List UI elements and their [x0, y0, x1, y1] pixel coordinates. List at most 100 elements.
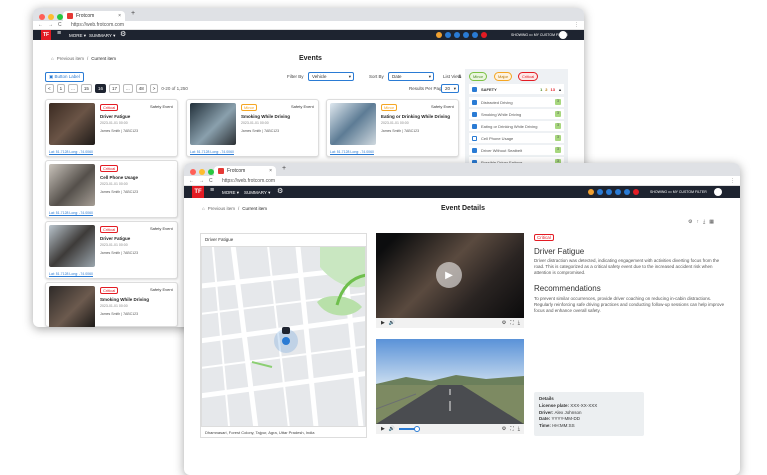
- event-card[interactable]: Critical Safety Event Driver Fatigue 202…: [45, 221, 178, 279]
- back-icon[interactable]: ←: [38, 22, 43, 28]
- video-settings-icon[interactable]: ⚙: [502, 320, 506, 326]
- back-icon[interactable]: ←: [189, 178, 194, 184]
- filter-item[interactable]: Driver Without Seatbelt 3: [469, 145, 564, 155]
- video-settings-icon[interactable]: ⚙: [502, 426, 506, 432]
- gear-icon[interactable]: ⚙: [277, 187, 283, 195]
- filter-item[interactable]: Smoking While Driving 3: [469, 109, 564, 119]
- nav-summary[interactable]: SUMMARY ▾: [244, 190, 270, 196]
- breadcrumb-prev[interactable]: Previous item: [57, 56, 84, 61]
- download-icon[interactable]: ⤓: [703, 219, 705, 225]
- notification-icon[interactable]: [615, 189, 621, 195]
- logo[interactable]: TF: [192, 186, 204, 198]
- video-player-road[interactable]: [376, 339, 524, 424]
- chevron-up-icon[interactable]: ▴: [559, 87, 561, 92]
- chip-minor[interactable]: Minor: [469, 72, 488, 81]
- globe-icon[interactable]: [445, 32, 451, 38]
- bell-icon[interactable]: [624, 189, 630, 195]
- forward-icon[interactable]: →: [199, 178, 204, 184]
- page-button[interactable]: 1: [56, 84, 66, 93]
- previous-icon[interactable]: ↑: [696, 219, 699, 225]
- page-button[interactable]: 17: [108, 84, 120, 93]
- download-icon[interactable]: ⤓: [518, 320, 520, 326]
- event-location-link[interactable]: Lat: 51.7128 Long: -74.0060: [49, 150, 93, 154]
- event-card[interactable]: Minor Safety Event Eating or Drinking Wh…: [326, 99, 459, 157]
- download-icon[interactable]: ⤓: [518, 426, 520, 432]
- close-dot-icon[interactable]: [39, 14, 45, 20]
- event-location-link[interactable]: Lat: 51.7128 Long: -74.0060: [49, 272, 93, 276]
- filter-item[interactable]: Distracted Driving 3: [469, 97, 564, 107]
- grid-icon[interactable]: ▦: [709, 219, 714, 225]
- alert-icon[interactable]: [481, 32, 487, 38]
- avatar[interactable]: [714, 188, 722, 196]
- close-dot-icon[interactable]: [190, 169, 196, 175]
- checkbox-icon[interactable]: [472, 123, 477, 129]
- event-thumbnail[interactable]: [49, 103, 95, 145]
- globe-icon[interactable]: [597, 189, 603, 195]
- fullscreen-icon[interactable]: ⛶: [510, 426, 514, 432]
- filter-item[interactable]: Eating or Drinking While Driving 3: [469, 121, 564, 131]
- event-thumbnail[interactable]: [49, 164, 95, 206]
- fullscreen-icon[interactable]: ⛶: [510, 320, 514, 326]
- url-text[interactable]: https://web.frotcom.com: [71, 22, 124, 28]
- url-text[interactable]: https://web.frotcom.com: [222, 178, 275, 184]
- page-button-active[interactable]: 16: [94, 84, 106, 93]
- forward-icon[interactable]: →: [48, 22, 53, 28]
- volume-icon[interactable]: 🔊: [389, 320, 395, 326]
- filter-by-select[interactable]: Vehicle ▾: [308, 72, 354, 81]
- filter-group-safety[interactable]: SAFETY 1 2 13 ▴: [469, 84, 564, 94]
- home-icon[interactable]: ⌂: [202, 206, 205, 211]
- volume-icon[interactable]: 🔊: [389, 426, 395, 432]
- event-location-link[interactable]: Lat: 51.7128 Long: -74.0060: [49, 211, 93, 215]
- event-card[interactable]: Critical Cell Phone Usage 2023-01-01 00:…: [45, 160, 178, 218]
- nav-more[interactable]: MORE ▾: [222, 190, 239, 196]
- event-location-link[interactable]: Lat: 51.7128 Long: -74.0060: [330, 150, 374, 154]
- play-icon[interactable]: ▶: [381, 320, 385, 326]
- tab-close-icon[interactable]: ×: [118, 13, 121, 19]
- event-thumbnail[interactable]: [190, 103, 236, 145]
- minimize-dot-icon[interactable]: [199, 169, 205, 175]
- user-icon[interactable]: [588, 189, 594, 195]
- reload-icon[interactable]: C: [209, 178, 213, 184]
- list-view-toggle-icon[interactable]: ⇅: [458, 74, 462, 80]
- event-card[interactable]: Critical Safety Event Driver Fatigue 202…: [45, 99, 178, 157]
- event-card[interactable]: Critical Safety Event Smoking While Driv…: [45, 282, 178, 327]
- page-prev[interactable]: <: [45, 84, 54, 93]
- notification-icon[interactable]: [463, 32, 469, 38]
- browser-tab[interactable]: Frotcom ×: [63, 11, 125, 21]
- nav-more[interactable]: MORE ▾: [69, 33, 86, 39]
- event-location-link[interactable]: Lat: 51.7128 Long: -74.0060: [190, 150, 234, 154]
- map[interactable]: [201, 246, 366, 427]
- checkbox-icon[interactable]: [472, 99, 477, 105]
- event-thumbnail[interactable]: [49, 225, 95, 267]
- tab-close-icon[interactable]: ×: [269, 168, 272, 174]
- page-next[interactable]: >: [149, 84, 159, 93]
- event-thumbnail[interactable]: [49, 286, 95, 327]
- sort-by-select[interactable]: Date ▾: [388, 72, 434, 81]
- avatar[interactable]: [559, 31, 567, 39]
- seek-bar[interactable]: [399, 426, 421, 432]
- gear-icon[interactable]: ⚙: [120, 30, 126, 38]
- help-icon[interactable]: [606, 189, 612, 195]
- logo[interactable]: TF: [41, 30, 51, 40]
- hamburger-icon[interactable]: ≡: [57, 30, 61, 37]
- help-icon[interactable]: [454, 32, 460, 38]
- browser-menu-icon[interactable]: ⋮: [730, 178, 735, 184]
- seek-handle[interactable]: [414, 426, 421, 432]
- checkbox-icon[interactable]: [472, 86, 477, 92]
- breadcrumb-prev[interactable]: Previous item: [208, 206, 235, 211]
- event-thumbnail[interactable]: [330, 103, 376, 145]
- browser-menu-icon[interactable]: ⋮: [574, 22, 579, 28]
- primary-button[interactable]: ▣ Button Label: [45, 72, 84, 82]
- alert-icon[interactable]: [633, 189, 639, 195]
- reload-icon[interactable]: C: [58, 22, 62, 28]
- play-button[interactable]: ▶: [436, 262, 462, 288]
- checkbox-icon[interactable]: [472, 111, 477, 117]
- browser-tab[interactable]: Frotcom ×: [214, 166, 276, 176]
- custom-filter-selector[interactable]: SHOWING ••• MY CUSTOM FILTER: [650, 190, 707, 194]
- new-tab-button[interactable]: +: [282, 165, 286, 172]
- chip-major[interactable]: Major: [494, 72, 513, 81]
- play-icon[interactable]: ▶: [381, 426, 385, 432]
- chip-critical[interactable]: Critical: [518, 72, 539, 81]
- checkbox-icon[interactable]: [472, 135, 477, 141]
- filter-item[interactable]: Cell Phone Usage 3: [469, 133, 564, 143]
